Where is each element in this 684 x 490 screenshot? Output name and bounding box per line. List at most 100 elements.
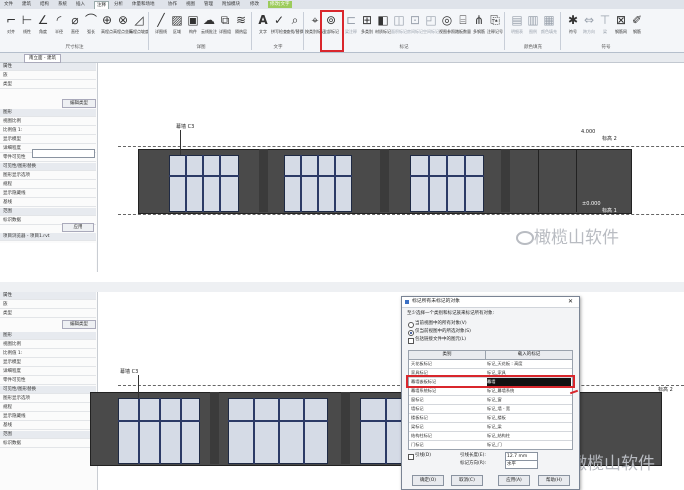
tab-manage[interactable]: 管理 bbox=[204, 1, 213, 8]
option-all-objects-radio[interactable] bbox=[408, 322, 414, 328]
tab-modify-text[interactable]: 修改|文字 bbox=[268, 1, 292, 8]
table-row[interactable]: 墙标记 标记_墙 - 宽 bbox=[409, 405, 572, 414]
revision-cloud-icon: ☁ bbox=[203, 13, 215, 27]
prop-row: 视图比例 bbox=[0, 118, 96, 126]
region-icon: ▨ bbox=[171, 13, 183, 27]
legend-icon: ▥ bbox=[527, 13, 539, 27]
apply-button[interactable]: 应用(A) bbox=[498, 475, 530, 486]
tag-all-dialog: 标记所有未标记的对象 ✕ 至少选择一个类别和标记族来标记所有对象: 当前视图中的… bbox=[401, 296, 580, 490]
leader-checkbox[interactable] bbox=[408, 454, 414, 460]
orientation-label: 标记方向(R): bbox=[460, 461, 487, 466]
column-header-loaded-tag[interactable]: 载入的标记 bbox=[486, 351, 572, 360]
level-line-top bbox=[118, 146, 684, 147]
group-label-tag: 标记 bbox=[399, 45, 409, 50]
curtain-wall-tag[interactable]: 幕墙 C3 bbox=[176, 123, 194, 130]
tab-massing[interactable]: 体量和场地 bbox=[132, 1, 155, 8]
tab-annotate[interactable]: 注释 bbox=[94, 1, 109, 9]
prop-row: 图形显示选项 bbox=[0, 172, 96, 180]
table-row[interactable]: 梁标记 标记_梁 bbox=[409, 423, 572, 432]
prop-section-graphics: 图形 bbox=[0, 332, 96, 340]
level-bottom-name[interactable]: 标高 1 bbox=[602, 207, 617, 214]
spot-slope-button[interactable]: ◿ 高程点坡度 bbox=[129, 12, 149, 46]
tab-view[interactable]: 视图 bbox=[186, 1, 195, 8]
category-table: 类别 载入的标记 天花板标记 标记_天花板 : 高度 家具标记 标记_家具 幕墙嵌板… bbox=[408, 350, 573, 450]
edit-type-button[interactable]: 编辑类型 bbox=[62, 320, 96, 329]
table-row[interactable]: 门标记 标记_门 bbox=[409, 441, 572, 449]
mullion bbox=[253, 398, 255, 464]
mullion bbox=[219, 155, 221, 212]
color-fill-button[interactable]: ▦ 颜色填充 bbox=[540, 12, 558, 46]
multi-rebar-icon: ⋔ bbox=[473, 13, 485, 27]
help-button[interactable]: 帮助(H) bbox=[538, 475, 570, 486]
tab-addins[interactable]: 附加模块 bbox=[222, 1, 240, 8]
edit-type-button[interactable]: 编辑类型 bbox=[62, 99, 96, 108]
watermark-logo-icon bbox=[516, 231, 534, 245]
rebar-symbol-icon: ✐ bbox=[631, 13, 643, 27]
grid-line bbox=[538, 149, 539, 212]
prop-row: 基线 bbox=[0, 199, 96, 207]
properties-header: 属性 bbox=[0, 292, 96, 300]
prop-row: 族 bbox=[0, 301, 96, 309]
tab-insert[interactable]: 插入 bbox=[76, 1, 85, 8]
prop-row: 零件可见性 bbox=[0, 377, 96, 385]
mullion bbox=[303, 398, 305, 464]
view-reference-icon: ◎ bbox=[441, 13, 453, 27]
find-replace-button[interactable]: ⌕ 查找/替换 bbox=[286, 12, 304, 46]
tab-architecture[interactable]: 建筑 bbox=[22, 1, 31, 8]
prop-row: 标识数据 bbox=[0, 440, 96, 448]
option-selected-objects-radio[interactable] bbox=[408, 330, 414, 336]
watermark: 橄榄山软件 bbox=[570, 454, 655, 474]
column-header-category[interactable]: 类别 bbox=[409, 351, 486, 360]
group-label-dimension: 尺寸标注 bbox=[65, 45, 84, 50]
prop-row: 族 bbox=[0, 72, 96, 80]
project-browser[interactable] bbox=[0, 243, 96, 272]
multi-category-icon: ⊞ bbox=[361, 13, 373, 27]
tab-file[interactable]: 文件 bbox=[4, 1, 13, 8]
tab-collaborate[interactable]: 协作 bbox=[168, 1, 177, 8]
close-icon[interactable]: ✕ bbox=[568, 297, 573, 307]
level-top-value: 4.000 bbox=[581, 129, 596, 135]
dialog-titlebar: 标记所有未标记的对象 ✕ bbox=[402, 297, 579, 308]
mullion bbox=[228, 420, 328, 422]
table-row[interactable]: 幕墙系统标记 标记_幕墙系统 bbox=[409, 387, 572, 396]
tab-structure[interactable]: 结构 bbox=[40, 1, 49, 8]
level-name[interactable]: 标高 2 bbox=[658, 386, 673, 393]
pier bbox=[380, 149, 389, 212]
symbol-icon: ✱ bbox=[567, 13, 579, 27]
table-row[interactable]: 窗标记 标记_窗 bbox=[409, 396, 572, 405]
curtain-wall-tag[interactable]: 幕墙 C3 bbox=[120, 368, 138, 375]
table-row[interactable]: 楼板标记 标记_楼板 bbox=[409, 414, 572, 423]
mullion bbox=[278, 398, 280, 464]
prop-row: 基线 bbox=[0, 422, 96, 430]
material-tag-icon: ◧ bbox=[377, 13, 389, 27]
ok-button[interactable]: 确定(O) bbox=[412, 475, 444, 486]
elevation-view-bottom[interactable]: 幕墙 C3 标高 2 橄榄山软件 bbox=[90, 292, 684, 490]
table-row[interactable]: 天花板标记 标记_天花板 : 高度 bbox=[409, 360, 572, 369]
fabric-icon: ⊠ bbox=[615, 13, 627, 27]
properties-header: 属性 bbox=[0, 63, 96, 71]
tab-modify[interactable]: 修改 bbox=[250, 1, 259, 8]
tab-analyze[interactable]: 分析 bbox=[114, 1, 123, 8]
table-row[interactable]: 结构柱标记 标记_结构柱 bbox=[409, 432, 572, 441]
prop-section: 范围 bbox=[0, 208, 96, 216]
level-top-name[interactable]: 标高 2 bbox=[602, 135, 617, 142]
option-selected-objects-label: 仅当前视图中的所选对象(S) bbox=[415, 329, 471, 334]
keynote-button[interactable]: ⎘ 注释记号 bbox=[486, 12, 504, 46]
option-all-objects-label: 当前视图中的所有对象(V) bbox=[415, 321, 467, 326]
view-tab[interactable]: 南立面 - 建筑 bbox=[24, 54, 61, 63]
orientation-select[interactable]: 水平 bbox=[505, 460, 538, 469]
tag-leader bbox=[138, 375, 139, 399]
insulation-button[interactable]: ≋ 隔热层 bbox=[232, 12, 250, 46]
rebar-symbol-button[interactable]: ✐ 钢筋 bbox=[628, 12, 646, 46]
curtain-wall-panel[interactable] bbox=[169, 155, 239, 212]
prop-row: 类型 bbox=[0, 310, 96, 318]
screenshot-bottom: 属性 族 类型 编辑类型 图形 视图比例 比例值 1: 显示模型 详细程度 零件… bbox=[0, 282, 684, 490]
cancel-button[interactable]: 取消(C) bbox=[451, 475, 483, 486]
tab-systems[interactable]: 系统 bbox=[58, 1, 67, 8]
include-linked-checkbox[interactable] bbox=[408, 338, 414, 344]
leader-length-label: 引线长度(E): bbox=[460, 453, 486, 458]
elevation-view-top[interactable]: 幕墙 C3 4.000 标高 2 ±0.000 标高 1 橄榄山软件 bbox=[98, 63, 684, 272]
pier bbox=[501, 149, 510, 212]
apply-button[interactable]: 应用 bbox=[62, 223, 94, 232]
tag-leader bbox=[180, 130, 181, 155]
